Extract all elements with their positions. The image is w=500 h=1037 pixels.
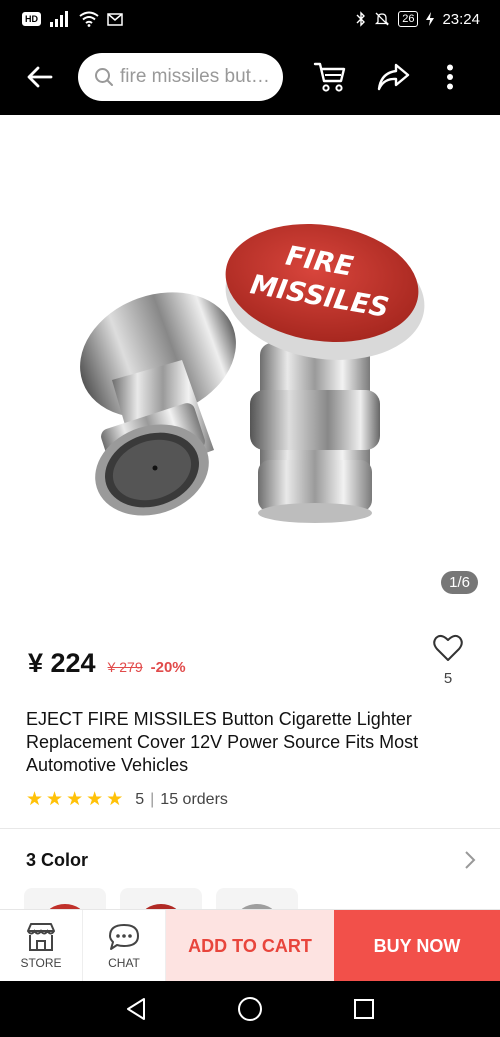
more-vertical-icon [447,64,453,89]
hd-badge: HD [22,12,41,26]
nav-recents-icon[interactable] [353,998,375,1020]
clock: 23:24 [442,10,480,28]
product-photo: FIRE MISSILES [80,223,425,523]
rating-stars: ★ ★ ★ ★ ★ [26,790,123,810]
buy-now-button[interactable]: BUY NOW [334,910,500,982]
battery-indicator: 26 [398,11,419,27]
status-left: HD [22,11,123,27]
cart-icon [313,62,346,92]
mute-bell-icon [375,12,390,26]
discount-badge: -20% [150,659,186,676]
signal-icon [50,11,68,27]
chat-button[interactable]: CHAT [83,910,166,982]
nav-home-icon[interactable] [237,996,263,1022]
cart-button[interactable] [305,49,355,105]
search-query-text: fire missiles butt... [120,65,271,87]
star-icon: ★ [46,789,64,810]
image-counter: 1/6 [441,571,478,594]
section-divider [0,828,500,829]
store-icon [27,923,55,951]
chat-icon [109,924,139,950]
star-icon: ★ [26,789,44,810]
search-input[interactable]: fire missiles butt... [78,52,283,101]
nav-back-icon[interactable] [125,997,147,1021]
add-to-cart-button[interactable]: ADD TO CART [166,910,334,982]
share-icon [377,63,410,90]
orders-count: 15 orders [160,791,228,808]
color-selector-header[interactable]: 3 Color [0,840,500,880]
product-title: EJECT FIRE MISSILES Button Cigarette Lig… [26,709,419,775]
search-icon [95,67,113,86]
wishlist-button[interactable]: 5 [428,634,468,687]
star-icon: ★ [106,789,124,810]
system-nav-bar [0,981,500,1037]
rating-separator: | [150,791,155,808]
chat-label: CHAT [108,956,140,970]
color-title: 3 Color [26,849,89,870]
store-button[interactable]: STORE [0,910,83,982]
star-icon: ★ [66,789,84,810]
top-toolbar: fire missiles butt... [0,38,500,115]
product-image-carousel[interactable]: FIRE MISSILES 1/6 [0,115,500,620]
status-bar: HD 26 23:24 [0,0,500,38]
rating-summary: 5 | 15 orders [135,791,228,809]
price-original: ¥ 279 [107,659,143,675]
price-current: ¥ 224 [28,648,96,678]
back-arrow-icon [27,66,53,87]
bluetooth-icon [356,11,366,27]
chevron-right-icon [465,851,476,869]
wifi-icon [79,11,99,27]
store-label: STORE [20,956,62,970]
price-row: ¥ 224 ¥ 279 -20% [28,648,186,679]
heart-icon [433,634,463,661]
rating-row[interactable]: ★ ★ ★ ★ ★ 5 | 15 orders [26,790,228,810]
more-options-button[interactable] [435,49,465,105]
star-icon: ★ [86,789,104,810]
share-button[interactable] [368,49,418,105]
charging-icon [426,12,435,26]
wishlist-count: 5 [443,670,453,687]
bottom-action-bar: STORE CHAT ADD TO CART BUY NOW [0,909,500,982]
mail-icon [107,12,123,26]
rating-value: 5 [135,791,145,808]
back-button[interactable] [12,49,68,105]
status-right: 26 23:24 [356,11,480,28]
